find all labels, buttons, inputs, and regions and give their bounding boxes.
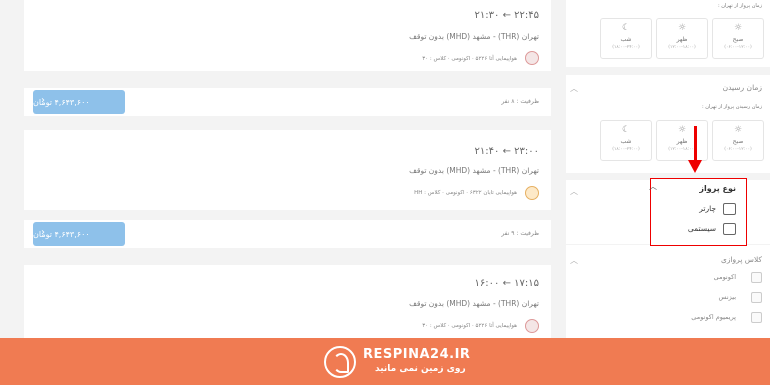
chevron-up-icon[interactable]: ︿ [570,83,578,94]
chevron-left-icon: ‹ [41,95,45,106]
flight-route: تهران (THR) - مشهد (MHD) بدون توقف [409,32,539,41]
airline-info: هواپیمایی تابان ۶۳۲۲ · اکونومی · کلاس : … [414,190,517,196]
class-economy-checkbox[interactable] [751,272,762,283]
brand-banner: RESPINA24.IR روی زمین نمی مانید [0,338,770,385]
chevron-up-icon[interactable]: ︿ [570,255,578,266]
flight-card[interactable]: ۲۱:۳۰ ← ۲۲:۴۵ تهران (THR) - مشهد (MHD) ب… [24,0,551,71]
flight-card[interactable]: ۲۱:۴۰ ← ۲۳:۰۰ تهران (THR) - مشهد (MHD) ب… [24,130,551,210]
chevron-up-icon[interactable]: ︿ [649,181,657,192]
price-bar: ظرفیت : ۸ نفر ۴,۶۴۳,۶۰۰ تومان ‹ [24,88,551,116]
arrival-time-filter: زمان رسیدن ︿ زمان رسیدن پرواز از تهران :… [566,75,770,173]
time-tile-morning[interactable]: ☼ صبح (۰۶:۰۰-۱۲:۰۰) [712,18,764,59]
airline-logo [525,186,539,200]
flight-time: ۱۶:۰۰ ← ۱۷:۱۵ [474,278,539,289]
time-tile-noon[interactable]: ☼ ظهر (۱۲:۰۰-۱۸:۰۰) [656,120,708,161]
class-business-checkbox[interactable] [751,292,762,303]
flight-list: ۲۱:۳۰ ← ۲۲:۴۵ تهران (THR) - مشهد (MHD) ب… [24,0,551,338]
flight-class-filter: کلاس پروازی ︿ اکونومی بیزنس پریمیوم اکون… [566,245,770,338]
airline-info: هواپیمایی آتا ۵۲۲۶ · اکونومی · کلاس : ۳۰ [422,56,517,62]
moon-icon: ☾ [621,125,631,135]
flight-route: تهران (THR) - مشهد (MHD) بدون توقف [409,166,539,175]
class-title: کلاس پروازی [720,255,762,264]
class-option-business: بیزنس [718,293,736,301]
flight-type-charter-label: چارتر [699,204,716,213]
flight-type-filter: نوع پرواز ︿ چارتر سیستمی [649,178,747,246]
arrival-subtitle: زمان رسیدن پرواز از تهران : [701,104,762,110]
airline-logo [525,51,539,65]
airline-logo [525,319,539,333]
flight-card[interactable]: ۱۶:۰۰ ← ۱۷:۱۵ تهران (THR) - مشهد (MHD) ب… [24,265,551,338]
sunrise-icon: ☼ [733,125,743,135]
chevron-left-icon: ‹ [41,227,45,238]
chevron-up-icon[interactable]: ︿ [570,186,578,197]
time-tile-night[interactable]: ☾ شب (۱۸:۰۰-۲۴:۰۰) [600,18,652,59]
class-premium-checkbox[interactable] [751,312,762,323]
flight-route: تهران (THR) - مشهد (MHD) بدون توقف [409,299,539,308]
capacity-text: ظرفیت : ۸ نفر [501,98,539,105]
time-tile-noon[interactable]: ☼ ظهر (۱۲:۰۰-۱۸:۰۰) [656,18,708,59]
annotation-arrow-head [688,160,702,173]
flight-type-system-checkbox[interactable] [723,223,736,235]
moon-icon: ☾ [621,23,631,33]
capacity-text: ظرفیت : ۹ نفر [501,230,539,237]
flight-type-charter-checkbox[interactable] [723,203,736,215]
class-option-economy: اکونومی [713,273,736,281]
select-flight-button[interactable]: ۴,۶۴۳,۶۰۰ تومان ‹ [33,222,125,246]
class-option-premium: پریمیوم اکونومی [691,313,736,321]
sun-icon: ☼ [677,125,687,135]
time-tile-morning[interactable]: ☼ صبح (۰۶:۰۰-۱۲:۰۰) [712,120,764,161]
airline-info: هواپیمایی آتا ۵۲۲۶ · اکونومی · کلاس : ۳۰ [422,323,517,329]
time-tile-night[interactable]: ☾ شب (۱۸:۰۰-۲۴:۰۰) [600,120,652,161]
departure-subtitle: زمان پرواز از تهران : [717,3,762,9]
departure-time-filter: زمان پرواز از تهران : ☾ شب (۱۸:۰۰-۲۴:۰۰)… [566,0,770,67]
filter-sidebar: زمان پرواز از تهران : ☾ شب (۱۸:۰۰-۲۴:۰۰)… [566,0,770,338]
flight-type-title: نوع پرواز [699,184,736,193]
select-flight-button[interactable]: ۴,۶۴۳,۶۰۰ تومان ‹ [33,90,125,114]
annotation-arrow [694,126,697,162]
arrival-title: زمان رسیدن [722,83,762,92]
flight-time: ۲۱:۳۰ ← ۲۲:۴۵ [474,10,539,21]
departure-time-tiles: ☾ شب (۱۸:۰۰-۲۴:۰۰) ☼ ظهر (۱۲:۰۰-۱۸:۰۰) ☼… [600,18,764,59]
sunrise-icon: ☼ [733,23,743,33]
flight-time: ۲۱:۴۰ ← ۲۳:۰۰ [474,146,539,157]
price-bar: ظرفیت : ۹ نفر ۴,۶۴۳,۶۰۰ تومان ‹ [24,220,551,248]
brand-name: RESPINA24.IR [363,347,471,362]
brand-tagline: روی زمین نمی مانید [375,364,466,374]
arrival-time-tiles: ☾ شب (۱۸:۰۰-۲۴:۰۰) ☼ ظهر (۱۲:۰۰-۱۸:۰۰) ☼… [600,120,764,161]
respina-logo-icon [324,346,356,378]
sun-icon: ☼ [677,23,687,33]
flight-type-system-label: سیستمی [687,224,716,233]
